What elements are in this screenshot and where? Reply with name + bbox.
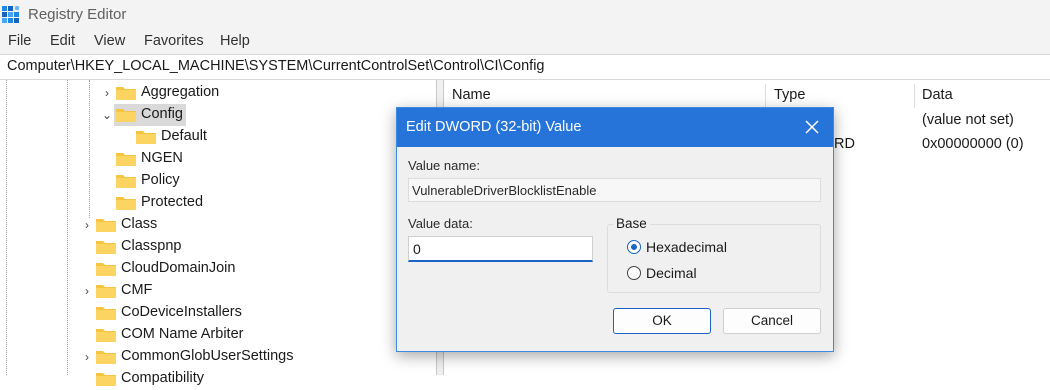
tree-item-label: Config <box>141 106 183 122</box>
folder-icon <box>96 373 116 386</box>
hexadecimal-label[interactable]: Hexadecimal <box>646 239 727 255</box>
tree-guide-line <box>89 80 90 218</box>
address-path[interactable]: Computer\HKEY_LOCAL_MACHINE\SYSTEM\Curre… <box>7 58 545 74</box>
tree-item-label: Protected <box>141 194 204 210</box>
chevron-right-icon[interactable]: › <box>80 349 94 365</box>
value-name-label: Value name: <box>408 158 481 173</box>
folder-open-icon <box>116 109 136 122</box>
key-tree[interactable]: › Aggregation ⌄ Config Default NGEN Poli… <box>0 80 436 386</box>
tree-item-label: Aggregation <box>141 84 220 100</box>
value-data-label: Value data: <box>408 216 473 231</box>
edit-dword-dialog: Edit DWORD (32-bit) Value Value name: Vu… <box>396 107 834 352</box>
chevron-right-icon[interactable]: › <box>80 283 94 299</box>
folder-icon <box>96 329 116 342</box>
chevron-down-icon[interactable]: ⌄ <box>100 107 114 123</box>
tree-item-label: Default <box>161 128 207 144</box>
base-groupbox <box>607 224 821 293</box>
decimal-radio[interactable] <box>627 266 641 280</box>
dialog-title-bar[interactable]: Edit DWORD (32-bit) Value <box>397 108 833 147</box>
base-legend: Base <box>613 216 650 231</box>
menu-help[interactable]: Help <box>220 33 250 49</box>
tree-guide-line <box>67 80 68 375</box>
window-title: Registry Editor <box>28 6 127 23</box>
folder-icon <box>116 175 136 188</box>
column-header-type[interactable]: Type <box>766 80 914 108</box>
folder-icon <box>116 87 136 100</box>
folder-icon <box>116 153 136 166</box>
tree-item-label: COM Name Arbiter <box>121 326 244 342</box>
tree-item-label: CoDeviceInstallers <box>121 304 242 320</box>
folder-icon <box>116 197 136 210</box>
column-header-data[interactable]: Data <box>914 80 1050 108</box>
menu-edit[interactable]: Edit <box>50 33 75 49</box>
value-name-field: VulnerableDriverBlocklistEnable <box>408 178 821 202</box>
tree-item-label: Classpnp <box>121 238 182 254</box>
tree-item-label: Policy <box>141 172 180 188</box>
folder-icon <box>96 219 116 232</box>
value-row-type[interactable]: RD <box>834 136 855 152</box>
value-data-input[interactable] <box>408 236 593 262</box>
tree-item-label: CloudDomainJoin <box>121 260 236 276</box>
menu-view[interactable]: View <box>94 33 125 49</box>
ok-button[interactable]: OK <box>613 308 711 334</box>
tree-item-label: NGEN <box>141 150 183 166</box>
menu-bar: File Edit View Favorites Help <box>0 30 1050 54</box>
close-icon[interactable] <box>801 116 823 138</box>
value-row-data[interactable]: (value not set) <box>922 112 1014 128</box>
tree-item-label: CommonGlobUserSettings <box>121 348 294 364</box>
folder-icon <box>96 263 116 276</box>
folder-icon <box>96 285 116 298</box>
folder-icon <box>96 241 116 254</box>
folder-icon <box>96 307 116 320</box>
value-row-data[interactable]: 0x00000000 (0) <box>922 136 1024 152</box>
hexadecimal-radio[interactable] <box>627 240 641 254</box>
chevron-right-icon[interactable]: › <box>100 85 114 101</box>
folder-icon <box>136 131 156 144</box>
column-header-name[interactable]: Name <box>444 80 766 108</box>
registry-editor-icon <box>2 6 20 23</box>
decimal-label[interactable]: Decimal <box>646 265 697 281</box>
menu-favorites[interactable]: Favorites <box>144 33 204 49</box>
dialog-title: Edit DWORD (32-bit) Value <box>406 119 582 135</box>
tree-item-label: Compatibility <box>121 370 204 386</box>
tree-item-label: CMF <box>121 282 153 298</box>
tree-item-label: Class <box>121 216 158 232</box>
cancel-button[interactable]: Cancel <box>723 308 821 334</box>
folder-icon <box>96 351 116 364</box>
tree-guide-line <box>6 80 7 375</box>
chevron-right-icon[interactable]: › <box>80 217 94 233</box>
menu-file[interactable]: File <box>8 33 31 49</box>
title-bar: Registry Editor <box>0 0 1050 30</box>
address-bar[interactable]: Computer\HKEY_LOCAL_MACHINE\SYSTEM\Curre… <box>0 54 1050 80</box>
